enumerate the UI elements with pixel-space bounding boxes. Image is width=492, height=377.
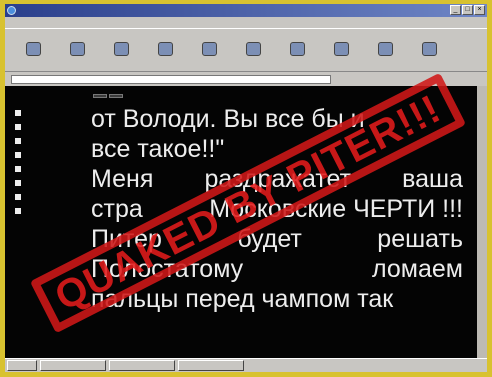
news-tabs (93, 94, 123, 98)
home-icon (201, 42, 217, 56)
vertical-scrollbar[interactable] (477, 86, 487, 358)
browser-toolbar (5, 28, 487, 72)
text-fragment: ломаем (372, 255, 463, 283)
windows-taskbar (5, 358, 487, 372)
search-button[interactable] (231, 29, 275, 69)
channels-icon (377, 42, 393, 56)
history-icon (333, 42, 349, 56)
search-icon (245, 42, 261, 56)
favorites-icon (289, 42, 305, 56)
text-line: пальцы перед чампом так (91, 284, 463, 314)
window-titlebar: _ □ × (5, 4, 487, 17)
nav-item[interactable] (15, 190, 73, 204)
maximize-button[interactable]: □ (462, 5, 473, 15)
refresh-button[interactable] (143, 29, 187, 69)
minimize-button[interactable]: _ (450, 5, 461, 15)
text-fragment: от Володи. Вы все бы и (91, 105, 365, 133)
bullet-icon (15, 110, 21, 116)
bullet-icon (15, 138, 21, 144)
print-icon (421, 42, 437, 56)
channels-button[interactable] (363, 29, 407, 69)
nav-item[interactable] (15, 162, 73, 176)
address-input[interactable] (11, 74, 331, 84)
favorites-button[interactable] (275, 29, 319, 69)
nav-item[interactable] (15, 106, 73, 120)
text-fragment: решать (377, 225, 463, 253)
nav-item[interactable] (15, 134, 73, 148)
refresh-icon (157, 42, 173, 56)
taskbar-task[interactable] (40, 360, 106, 371)
close-button[interactable]: × (474, 5, 485, 15)
window-controls: _ □ × (450, 5, 485, 15)
menu-bar (5, 17, 487, 28)
text-fragment: Меня (91, 165, 154, 193)
address-bar (5, 73, 487, 85)
left-navigation (15, 106, 73, 218)
bullet-icon (15, 124, 21, 130)
print-button[interactable] (407, 29, 451, 69)
back-button[interactable] (11, 29, 55, 69)
bullet-icon (15, 166, 21, 172)
nav-item[interactable] (15, 148, 73, 162)
text-fragment: ваша (402, 165, 463, 193)
stop-button[interactable] (99, 29, 143, 69)
bullet-icon (15, 194, 21, 200)
bullet-icon (15, 208, 21, 214)
text-fragment: стра (91, 195, 143, 223)
back-icon (25, 42, 41, 56)
bullet-icon (15, 180, 21, 186)
forward-icon (69, 42, 85, 56)
forward-button[interactable] (55, 29, 99, 69)
nav-item[interactable] (15, 204, 73, 218)
bullet-icon (15, 152, 21, 158)
ie-icon (7, 6, 16, 15)
stop-icon (113, 42, 129, 56)
start-button[interactable] (7, 360, 37, 371)
taskbar-task[interactable] (109, 360, 175, 371)
news-tab[interactable] (109, 94, 123, 98)
news-tab[interactable] (93, 94, 107, 98)
text-fragment: все такое!!" (91, 135, 225, 163)
home-button[interactable] (187, 29, 231, 69)
history-button[interactable] (319, 29, 363, 69)
nav-item[interactable] (15, 176, 73, 190)
nav-item[interactable] (15, 120, 73, 134)
taskbar-task[interactable] (178, 360, 244, 371)
